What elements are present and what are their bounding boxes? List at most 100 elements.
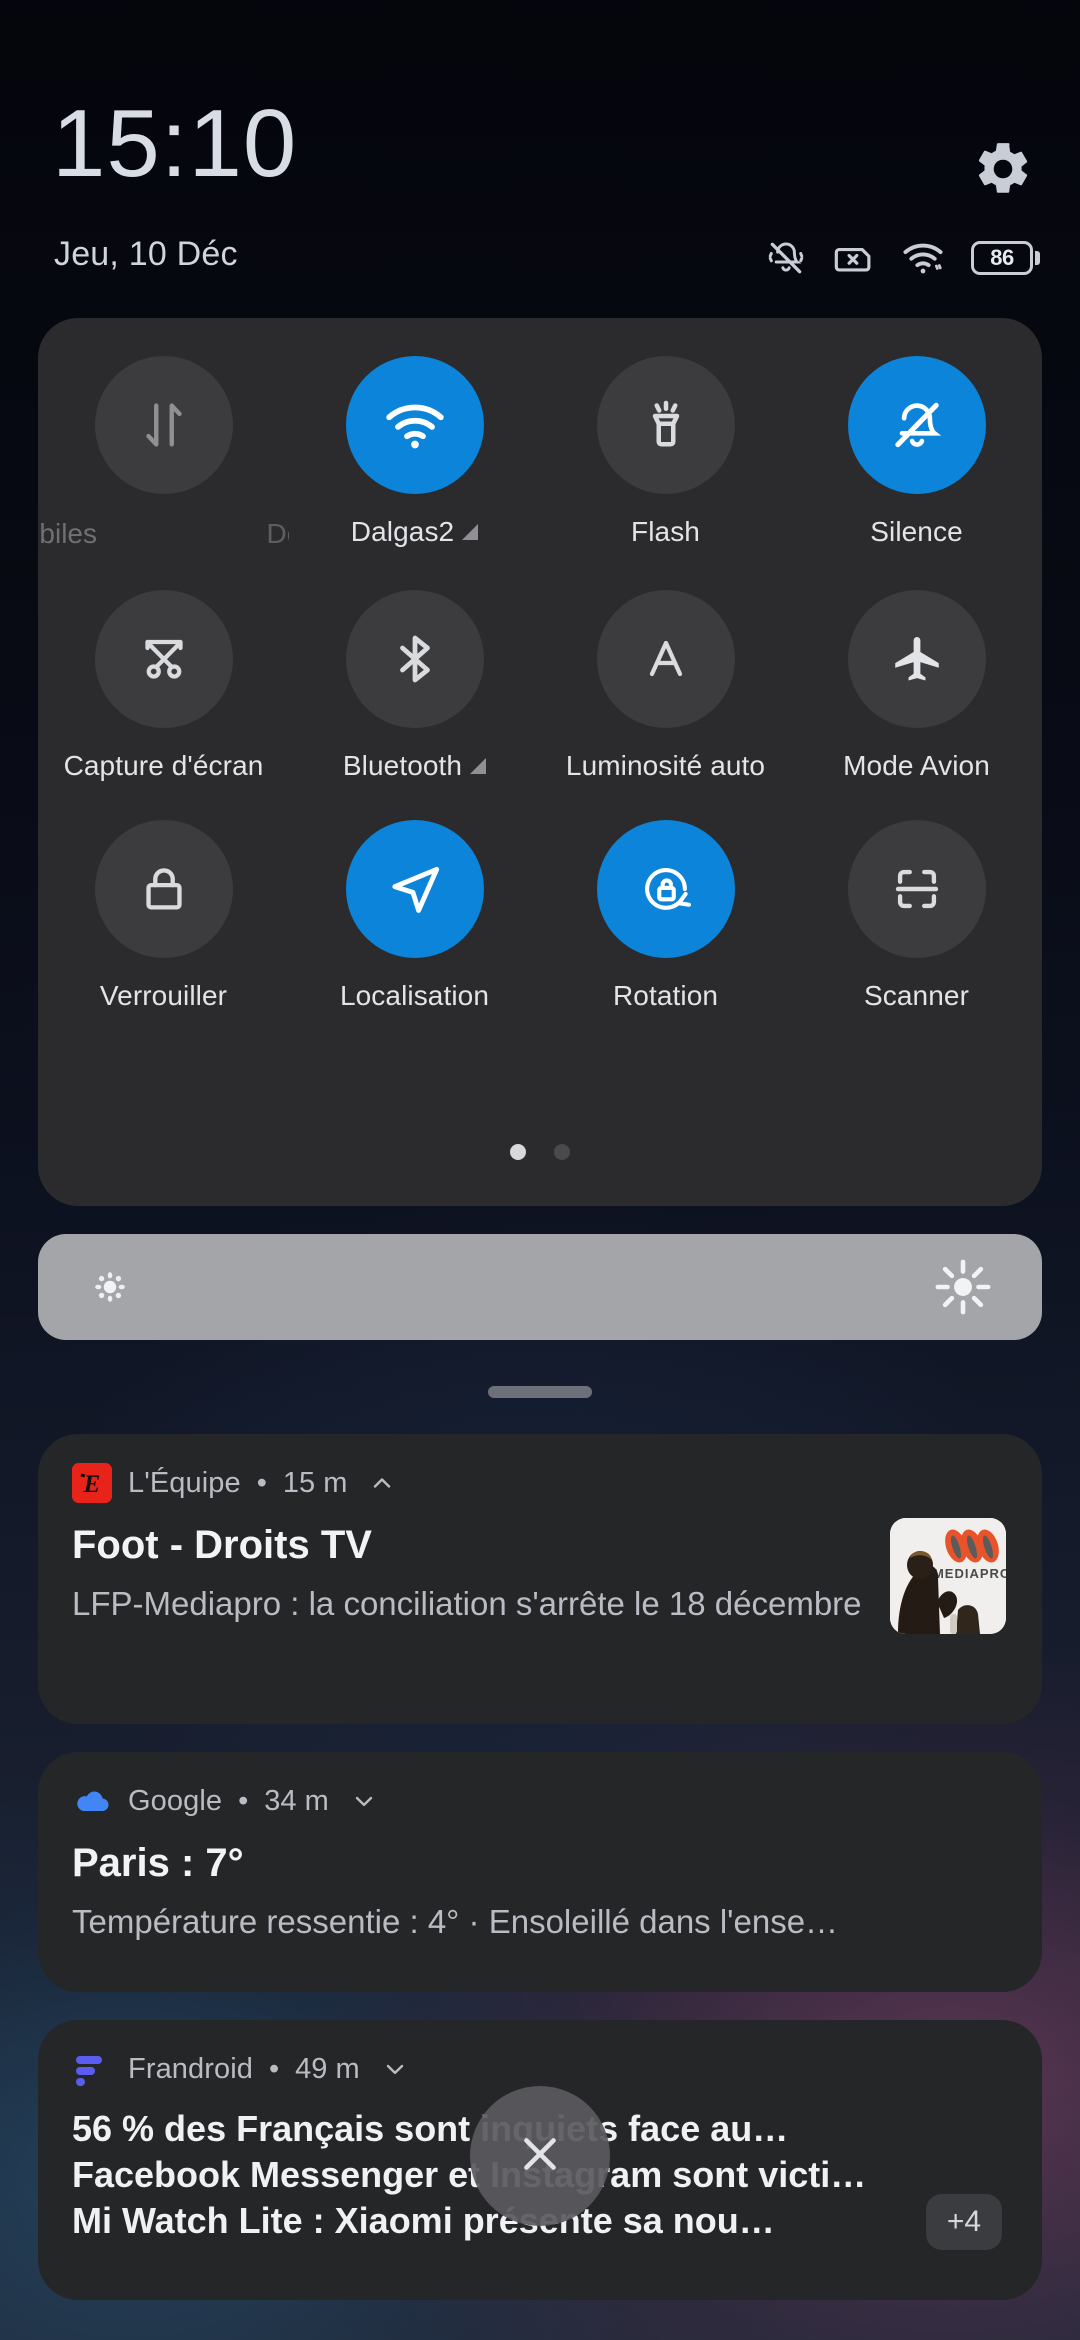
frandroid-icon bbox=[72, 2049, 112, 2089]
tile-circle[interactable] bbox=[847, 820, 986, 958]
qs-tile-label-auto-brightness: Luminosité auto bbox=[565, 750, 766, 781]
qs-tile-rotation[interactable]: Rotation bbox=[540, 820, 791, 1012]
qs-tile-label-rotation: Rotation bbox=[612, 980, 719, 1011]
brightness-slider[interactable] bbox=[38, 1234, 1042, 1340]
qs-tile-label-location: Localisation bbox=[339, 980, 490, 1011]
chevron-expand-icon[interactable] bbox=[462, 524, 479, 540]
page-dot-1[interactable] bbox=[510, 1144, 526, 1160]
qs-tile-label-mobile-next: Do bbox=[266, 518, 289, 549]
qs-tile-label-row: Mode Avion bbox=[843, 750, 990, 782]
chevron-down-icon[interactable] bbox=[382, 2056, 408, 2082]
qs-tile-airplane-mode[interactable]: Mode Avion bbox=[791, 590, 1042, 782]
svg-text:MEDIAPRO: MEDIAPRO bbox=[933, 1566, 1006, 1581]
qs-tile-label-wifi: Dalgas2 bbox=[350, 516, 455, 547]
bell-muted-icon bbox=[765, 237, 807, 279]
qs-tile-wifi[interactable]: Dalgas2 bbox=[289, 356, 540, 552]
shade-drag-handle[interactable] bbox=[488, 1386, 592, 1398]
battery-indicator: 86 bbox=[971, 241, 1040, 275]
bell-muted-icon bbox=[886, 394, 948, 456]
tile-circle[interactable] bbox=[345, 590, 484, 728]
location-arrow-icon bbox=[384, 858, 446, 920]
qs-tile-lock[interactable]: Verrouiller bbox=[38, 820, 289, 1012]
qs-tile-label-row: Dalgas2 bbox=[350, 516, 479, 548]
notification-body: LFP-Mediapro : la conciliation s'arrête … bbox=[72, 1585, 862, 1623]
tile-circle[interactable] bbox=[94, 356, 233, 494]
notification-separator: • bbox=[269, 2052, 280, 2085]
tile-circle[interactable] bbox=[847, 356, 986, 494]
clear-all-button[interactable] bbox=[470, 2086, 610, 2226]
svg-text:E: E bbox=[83, 1471, 101, 1498]
quick-settings-grid: Mobiles Do Dal bbox=[38, 356, 1042, 1012]
notification-app-name: L'Équipe bbox=[128, 1466, 241, 1499]
qs-tile-label-screenshot: Capture d'écran bbox=[63, 750, 264, 781]
qs-tile-label-row: Rotation bbox=[613, 980, 718, 1012]
tile-circle[interactable] bbox=[94, 590, 233, 728]
notification-time: 34 m bbox=[264, 1784, 329, 1817]
bluetooth-icon bbox=[385, 629, 445, 689]
qs-tile-label-row: Bluetooth bbox=[343, 750, 487, 782]
notification-body: Température ressentie : 4° · Ensoleillé … bbox=[72, 1903, 839, 1941]
qs-tile-auto-brightness[interactable]: Luminosité auto bbox=[540, 590, 791, 782]
quick-settings-panel: Mobiles Do Dal bbox=[38, 318, 1042, 1206]
qs-tile-label-scanner: Scanner bbox=[864, 980, 969, 1011]
scissors-screenshot-icon bbox=[134, 629, 194, 689]
rotation-unlock-icon bbox=[635, 858, 697, 920]
battery-body: 86 bbox=[971, 241, 1033, 275]
tile-label-transition: Mobiles Do bbox=[39, 516, 289, 552]
qs-tile-flashlight[interactable]: Flash bbox=[540, 356, 791, 552]
notification-app-name: Google bbox=[128, 1784, 223, 1817]
notification-shade: 15:10 Jeu, 10 Déc 86 biles D Dalgas2 Fla… bbox=[0, 0, 1080, 2340]
qs-tile-location[interactable]: Localisation bbox=[289, 820, 540, 1012]
notification-header: E L'Équipe • 15 m bbox=[72, 1460, 1008, 1506]
qs-tile-label-lock: Verrouiller bbox=[99, 980, 228, 1011]
notification-time: 15 m bbox=[282, 1466, 348, 1499]
airplane-icon bbox=[888, 630, 946, 688]
notification-google-weather[interactable]: Google • 34 m Paris : 7° Température res… bbox=[38, 1752, 1042, 1992]
tile-circle[interactable] bbox=[345, 356, 484, 494]
shade-header: 15:10 Jeu, 10 Déc 86 bbox=[0, 0, 1080, 300]
sim-card-missing-icon bbox=[833, 237, 875, 279]
brightness-low-icon bbox=[88, 1265, 132, 1309]
qs-tile-scanner[interactable]: Scanner bbox=[791, 820, 1042, 1012]
notification-separator: • bbox=[256, 1466, 267, 1499]
notification-app-name: Frandroid bbox=[128, 2052, 254, 2085]
qs-tile-label-row: Verrouiller bbox=[100, 980, 227, 1012]
more-notifications-badge[interactable]: +4 bbox=[926, 2194, 1002, 2250]
brightness-high-icon bbox=[934, 1258, 992, 1316]
auto-brightness-icon bbox=[636, 629, 696, 689]
tile-circle[interactable] bbox=[596, 356, 735, 494]
lequipe-icon: E bbox=[72, 1463, 112, 1503]
tile-circle[interactable] bbox=[596, 590, 735, 728]
qs-tile-label-airplane-mode: Mode Avion bbox=[843, 750, 990, 781]
notification-title: Paris : 7° bbox=[72, 1841, 244, 1885]
qs-tile-label-row: Luminosité auto bbox=[566, 750, 765, 782]
chevron-expand-icon[interactable] bbox=[470, 758, 487, 774]
tile-circle[interactable] bbox=[847, 590, 986, 728]
battery-cap bbox=[1035, 251, 1040, 265]
gear-icon[interactable] bbox=[972, 138, 1034, 200]
qs-tile-bluetooth[interactable]: Bluetooth bbox=[289, 590, 540, 782]
qs-tile-screenshot[interactable]: Capture d'écran bbox=[38, 590, 289, 782]
notification-header: Google • 34 m bbox=[72, 1778, 1008, 1824]
qs-tile-label-row: Localisation bbox=[340, 980, 489, 1012]
tile-circle[interactable] bbox=[94, 820, 233, 958]
chevron-down-icon[interactable] bbox=[351, 1788, 377, 1814]
lock-icon bbox=[135, 860, 193, 918]
data-transfer-icon bbox=[133, 394, 195, 456]
qs-tile-label-row: Silence bbox=[870, 516, 963, 548]
status-icons: 86 bbox=[765, 236, 1040, 280]
chevron-up-icon[interactable] bbox=[369, 1470, 395, 1496]
date-label: Jeu, 10 Déc bbox=[54, 235, 238, 273]
page-dot-2[interactable] bbox=[554, 1144, 570, 1160]
google-weather-cloud-icon bbox=[72, 1781, 112, 1821]
notification-thumbnail[interactable]: MEDIAPRO bbox=[890, 1518, 1006, 1634]
flashlight-icon bbox=[636, 395, 696, 455]
notification-separator: • bbox=[238, 1784, 249, 1817]
qs-tile-mobile-data[interactable]: Mobiles Do bbox=[38, 356, 289, 552]
qs-tile-label-row: Capture d'écran bbox=[64, 750, 264, 782]
tile-circle[interactable] bbox=[345, 820, 484, 958]
page-indicator bbox=[38, 1144, 1042, 1160]
notification-lequipe[interactable]: E L'Équipe • 15 m Foot - Droits TV LFP-M… bbox=[38, 1434, 1042, 1724]
tile-circle[interactable] bbox=[596, 820, 735, 958]
qs-tile-silence[interactable]: Silence bbox=[791, 356, 1042, 552]
